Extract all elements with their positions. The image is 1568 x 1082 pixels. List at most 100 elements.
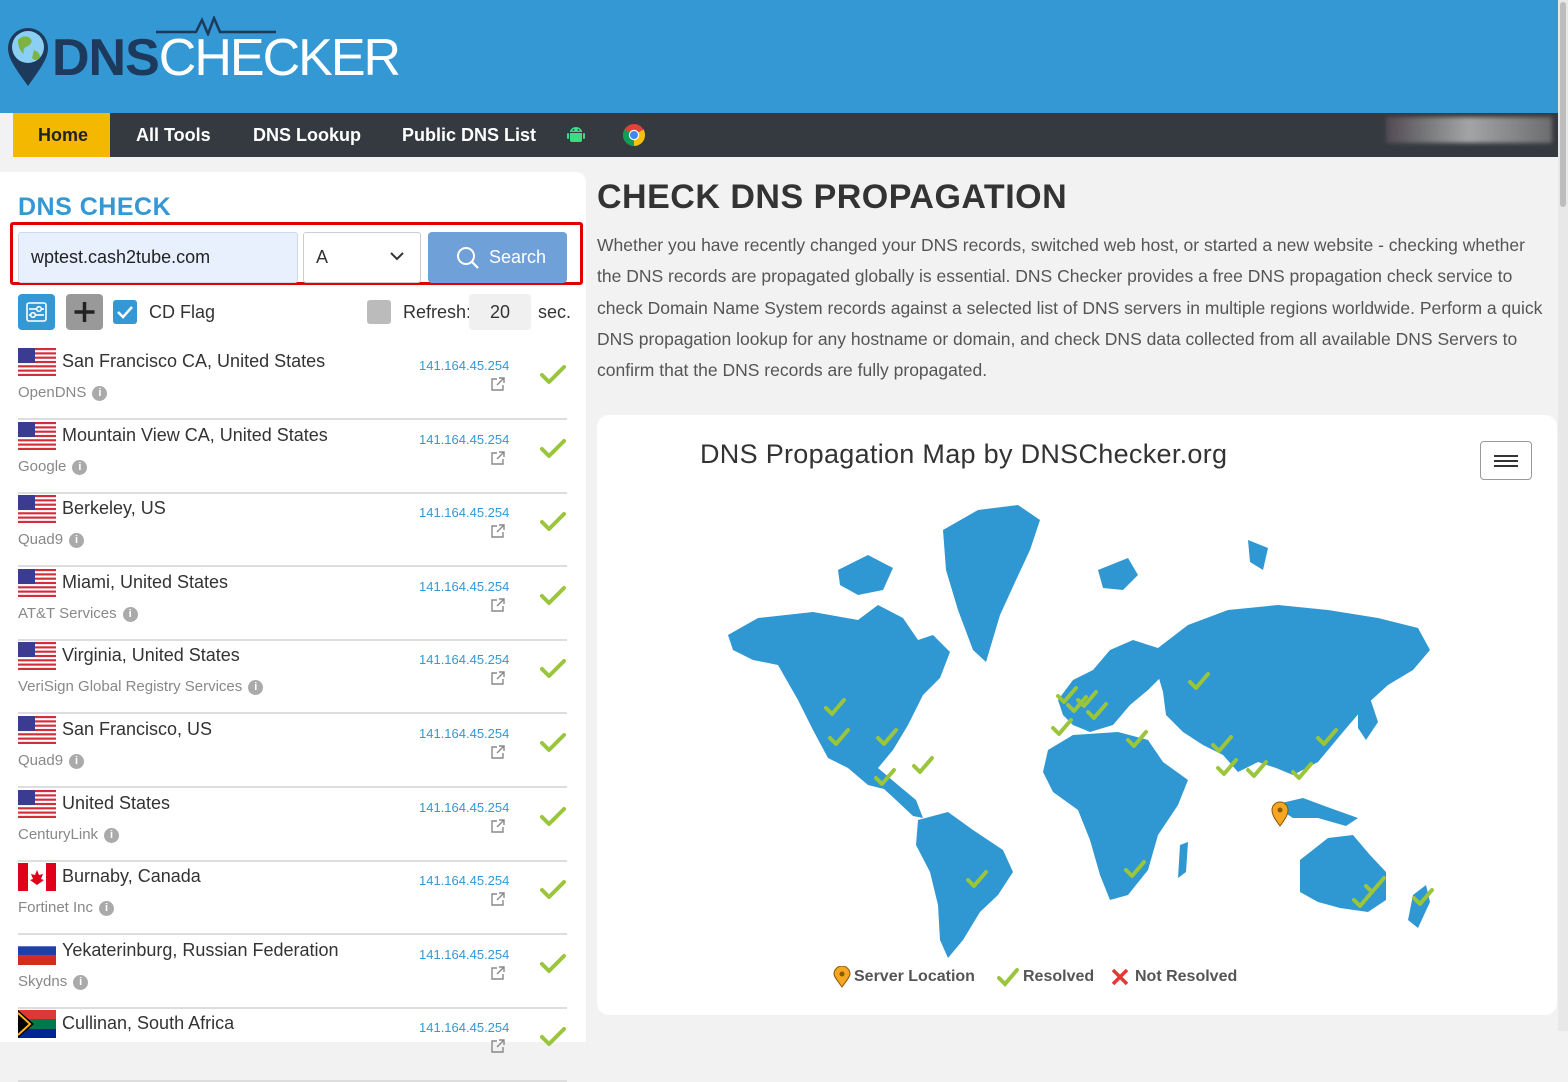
- info-icon[interactable]: i: [248, 680, 264, 696]
- nav-public-dns-list[interactable]: Public DNS List: [377, 113, 561, 157]
- external-link-icon[interactable]: [490, 965, 506, 981]
- resolved-ip[interactable]: 141.164.45.254: [419, 579, 509, 594]
- server-location: Virginia, United States: [62, 645, 240, 666]
- blurred-account-area: [1386, 117, 1552, 143]
- asia: [1158, 605, 1430, 775]
- us-flag-icon: [18, 568, 56, 597]
- refresh-interval-input[interactable]: 20: [469, 294, 531, 330]
- us-flag-icon: [18, 495, 56, 524]
- africa: [1043, 732, 1188, 900]
- info-icon[interactable]: i: [99, 901, 115, 917]
- us-flag-icon: [18, 348, 56, 376]
- server-row[interactable]: Berkeley, US Quad9 i 141.164.45.254: [18, 493, 567, 568]
- scrollbar-thumb[interactable]: [1560, 2, 1566, 207]
- external-link-icon[interactable]: [490, 670, 506, 686]
- resolved-check-icon: [540, 806, 566, 826]
- world-map-land: [728, 505, 1430, 958]
- external-link-icon[interactable]: [490, 891, 506, 907]
- us-flag-icon: [18, 716, 56, 744]
- search-button[interactable]: Search: [428, 232, 567, 283]
- server-row[interactable]: Mountain View CA, United States Google i 14…: [18, 420, 567, 494]
- external-link-icon[interactable]: [490, 818, 506, 834]
- info-icon[interactable]: i: [69, 533, 85, 549]
- info-icon[interactable]: i: [72, 459, 88, 475]
- hamburger-line: [1494, 455, 1518, 457]
- resolved-check-icon: [540, 585, 566, 605]
- intro-paragraph: Whether you have recently changed your D…: [597, 235, 1543, 381]
- server-provider: AT&T Services i: [18, 605, 138, 622]
- info-icon[interactable]: i: [104, 827, 120, 843]
- info-icon[interactable]: i: [73, 974, 89, 990]
- map-menu-button[interactable]: [1480, 441, 1532, 480]
- server-provider: Skydns i: [18, 973, 89, 990]
- japan: [1358, 698, 1378, 740]
- info-icon[interactable]: i: [69, 754, 85, 769]
- server-location: Yekaterinburg, Russian Federation: [62, 939, 339, 960]
- refresh-checkbox[interactable]: [367, 300, 391, 324]
- external-link-icon[interactable]: [490, 523, 506, 539]
- server-location: Cullinan, South Africa: [62, 1013, 235, 1034]
- server-row[interactable]: Virginia, United States VeriSign Global R…: [18, 640, 567, 715]
- external-link-icon[interactable]: [490, 376, 506, 392]
- nav-home[interactable]: Home: [13, 113, 110, 157]
- not-resolved-x-icon: [1111, 968, 1129, 986]
- ca-flag-icon: [18, 863, 56, 892]
- server-row[interactable]: Cullinan, South Africa 141.164.45.254: [18, 1008, 567, 1082]
- legend-server-location: Server Location: [854, 968, 975, 985]
- marker-india: [1216, 758, 1238, 776]
- android-icon[interactable]: [566, 125, 586, 145]
- resolved-ip[interactable]: 141.164.45.254: [419, 800, 509, 815]
- record-type-select[interactable]: A: [303, 232, 421, 283]
- resolved-ip[interactable]: 141.164.45.254: [419, 432, 509, 447]
- madagascar: [1178, 842, 1188, 878]
- server-provider-name: VeriSign Global Registry Services: [18, 678, 243, 696]
- external-link-icon[interactable]: [490, 1038, 506, 1054]
- resolved-ip[interactable]: 141.164.45.254: [419, 1020, 509, 1035]
- refresh-unit: sec.: [538, 302, 572, 322]
- cd-flag-checkbox[interactable]: [113, 300, 137, 324]
- server-location: United States: [62, 792, 171, 813]
- external-link-icon[interactable]: [490, 450, 506, 466]
- logo-checker: CHECKER: [158, 29, 401, 87]
- resolved-check-icon: [540, 512, 566, 532]
- resolved-ip[interactable]: 141.164.45.254: [419, 947, 509, 962]
- nav-dns-lookup[interactable]: DNS Lookup: [228, 113, 386, 157]
- resolved-check-icon: [540, 880, 566, 900]
- new-zealand: [1408, 885, 1430, 928]
- ru-flag-icon: [18, 936, 56, 965]
- server-row[interactable]: Burnaby, Canada Fortinet Inc i 141.164.45.2…: [18, 861, 567, 936]
- resolved-ip[interactable]: 141.164.45.254: [419, 652, 509, 667]
- search-button-label: Search: [489, 247, 547, 267]
- page-title: CHECK DNS PROPAGATION: [597, 178, 1068, 216]
- info-icon[interactable]: i: [92, 386, 108, 401]
- external-link-icon[interactable]: [490, 597, 506, 613]
- resolved-ip[interactable]: 141.164.45.254: [419, 505, 509, 520]
- record-type-value: A: [316, 247, 329, 267]
- info-icon[interactable]: i: [122, 606, 138, 622]
- settings-button[interactable]: [18, 294, 55, 330]
- chrome-icon[interactable]: [622, 123, 646, 147]
- world-map[interactable]: [718, 500, 1438, 960]
- australia: [1300, 835, 1386, 912]
- domain-input[interactable]: [18, 232, 298, 283]
- north-america: [728, 605, 950, 790]
- legend-resolved: Resolved: [1023, 968, 1095, 985]
- server-row[interactable]: San Francisco, US Quad9 i 141.164.45.254: [18, 714, 567, 788]
- search-icon: [457, 247, 479, 269]
- resolved-ip[interactable]: 141.164.45.254: [419, 873, 509, 888]
- resolved-ip[interactable]: 141.164.45.254: [419, 358, 509, 373]
- add-server-button[interactable]: [66, 294, 103, 330]
- external-link-icon[interactable]: [490, 744, 506, 760]
- server-row[interactable]: Yekaterinburg, Russian Federation Skydns i…: [18, 935, 567, 1009]
- dnschecker-logo[interactable]: DNSCHECKER: [6, 14, 401, 94]
- server-row[interactable]: United States CenturyLink i 141.164.45.254: [18, 788, 567, 862]
- server-row[interactable]: Miami, United States AT&T Services i 141.16…: [18, 567, 567, 641]
- resolved-ip[interactable]: 141.164.45.254: [419, 726, 509, 741]
- page-scrollbar[interactable]: [1558, 0, 1568, 1031]
- server-provider-name: Fortinet Inc: [18, 899, 94, 917]
- marker-miami: [912, 756, 934, 774]
- nav-all-tools[interactable]: All Tools: [111, 113, 236, 157]
- server-location: Miami, United States: [62, 571, 229, 592]
- server-location: San Francisco CA, United States: [62, 351, 326, 371]
- server-row[interactable]: San Francisco CA, United States OpenDNS i 1…: [18, 346, 567, 420]
